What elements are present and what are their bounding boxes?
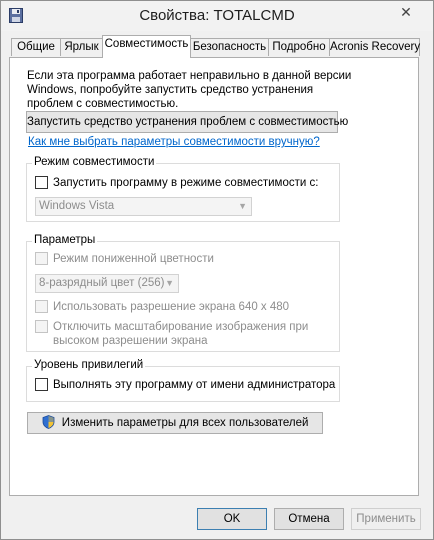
change-all-users-button[interactable]: Изменить параметры для всех пользователе…: [27, 412, 323, 434]
ok-button[interactable]: OK: [197, 508, 267, 530]
cancel-button[interactable]: Отмена: [274, 508, 344, 530]
dpi-scaling-checkbox[interactable]: [35, 320, 48, 333]
intro-text: Если эта программа работает неправильно …: [27, 69, 357, 111]
manual-settings-link[interactable]: Как мне выбрать параметры совместимости …: [28, 136, 320, 148]
change-all-users-label: Изменить параметры для всех пользователе…: [61, 417, 309, 429]
compat-mode-group-label: Режим совместимости: [32, 156, 157, 168]
color-depth-select[interactable]: 8-разрядный цвет (256) ▼: [35, 274, 179, 293]
tab-security[interactable]: Безопасность: [190, 38, 269, 56]
privilege-group-label: Уровень привилегий: [32, 359, 146, 371]
tab-compatibility[interactable]: Совместимость: [102, 35, 191, 58]
privilege-group: Уровень привилегий Выполнять эту програм…: [26, 359, 340, 402]
intro-line: проблем с совместимостью.: [27, 98, 179, 110]
run-as-admin-label: Выполнять эту программу от имени админис…: [53, 379, 336, 391]
settings-group-label: Параметры: [32, 234, 98, 246]
apply-button[interactable]: Применить: [351, 508, 421, 530]
compat-mode-checkbox[interactable]: [35, 176, 48, 189]
reduced-color-label: Режим пониженной цветности: [53, 253, 214, 265]
intro-line: Windows, попробуйте запустить средство у…: [27, 84, 314, 96]
tab-shortcut[interactable]: Ярлык: [60, 38, 103, 56]
run-as-admin-checkbox[interactable]: [35, 378, 48, 391]
tab-acronis-recovery[interactable]: Acronis Recovery: [329, 38, 420, 56]
intro-line: Если эта программа работает неправильно …: [27, 70, 352, 82]
dpi-scaling-label-line2: высоком разрешении экрана: [53, 335, 208, 347]
tab-details[interactable]: Подробно: [268, 38, 330, 56]
compat-mode-group: Режим совместимости Запустить программу …: [26, 156, 340, 222]
chevron-down-icon: ▼: [238, 201, 247, 211]
chevron-down-icon: ▼: [165, 278, 174, 288]
resolution-label: Использовать разрешение экрана 640 х 480: [53, 301, 290, 313]
dpi-scaling-label: Отключить масштабирование изображения пр…: [53, 320, 308, 348]
compat-mode-label: Запустить программу в режиме совместимос…: [53, 177, 319, 189]
color-depth-value: 8-разрядный цвет (256): [39, 277, 165, 289]
title-bar[interactable]: Свойства: TOTALCMD ✕: [1, 1, 433, 31]
resolution-checkbox[interactable]: [35, 300, 48, 313]
os-version-select[interactable]: Windows Vista ▼: [35, 197, 252, 216]
close-icon[interactable]: ✕: [383, 1, 429, 23]
tab-general[interactable]: Общие: [11, 38, 61, 56]
os-version-value: Windows Vista: [39, 200, 115, 212]
settings-group: Параметры Режим пониженной цветности 8-р…: [26, 234, 340, 352]
dpi-scaling-label-line1: Отключить масштабирование изображения пр…: [53, 321, 309, 333]
uac-shield-icon: [42, 415, 54, 429]
reduced-color-checkbox[interactable]: [35, 252, 48, 265]
window-title: Свойства: TOTALCMD: [139, 7, 295, 24]
properties-window: Свойства: TOTALCMD ✕ Общие Ярлык Совмест…: [0, 0, 434, 540]
compatibility-panel: Если эта программа работает неправильно …: [9, 57, 419, 496]
run-troubleshooter-button[interactable]: Запустить средство устранения проблем с …: [26, 111, 348, 133]
